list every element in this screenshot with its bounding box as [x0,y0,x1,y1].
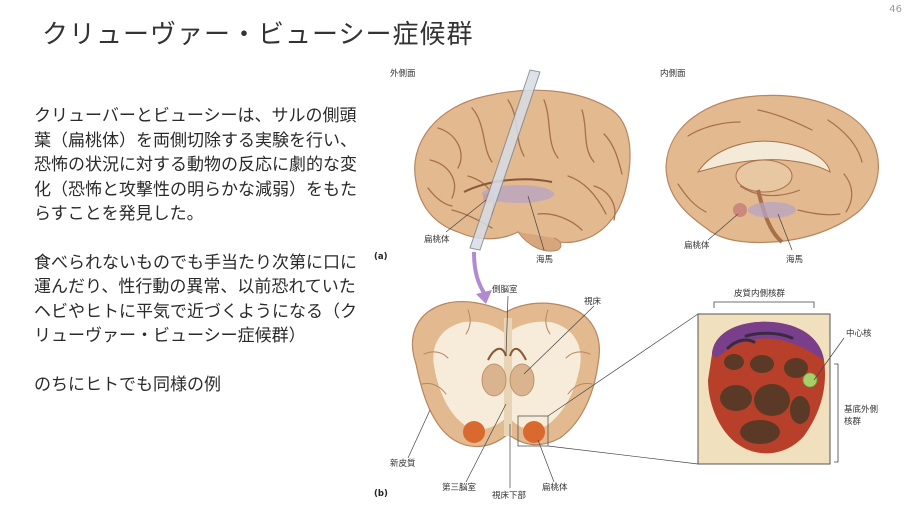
amygdala-inset [697,313,831,465]
coronal-section-drawing [411,301,600,448]
brain-figure-svg: 外側面 (a) 扁桃体 海馬 内側面 扁桃体 海馬 (b) 側脳室 視床 新皮質… [374,68,879,501]
body-text: クリューバーとビューシーは、サルの側頭葉（扁桃体）を両側切除する実験を行い、恐怖… [34,104,364,421]
label-amygdala-b: 扁桃体 [542,482,568,493]
slide-title: クリューヴァー・ビューシー症候群 [42,20,474,50]
section-arrowhead [476,290,492,304]
paragraph-2: 食べられないものでも手当たり次第に口に運んだり、性行動の異常、以前恐れていたヘビ… [34,252,357,347]
label-central-nucleus: 中心核 [846,328,872,339]
label-lateral: 外側面 [390,68,416,79]
medial-brain-drawing [665,94,879,244]
label-basolateral-1: 基底外側 [844,404,878,415]
label-amygdala-a1: 扁桃体 [424,234,450,245]
label-hypothalamus: 視床下部 [492,490,527,501]
label-neocortex: 新皮質 [390,458,416,469]
paragraph-3: のちにヒトでも同様の例 [34,374,221,395]
slide: 46 クリューヴァー・ビューシー症候群 クリューバーとビューシーは、サルの側頭葉… [0,0,910,506]
brain-figure: 外側面 (a) 扁桃体 海馬 内側面 扁桃体 海馬 (b) 側脳室 視床 新皮質… [368,64,908,504]
label-third-ventricle: 第三脳室 [442,482,477,493]
page-number: 46 [889,4,902,15]
label-panel-a: (a) [374,252,388,262]
label-hippocampus-a1: 海馬 [536,254,553,265]
label-basolateral-2: 核群 [844,416,862,427]
label-amygdala-a2: 扁桃体 [684,240,710,251]
label-hippocampus-a2: 海馬 [786,254,803,265]
paragraph-1: クリューバーとビューシーは、サルの側頭葉（扁桃体）を両側切除する実験を行い、恐怖… [34,106,357,224]
label-thalamus: 視床 [584,296,602,307]
label-lateral-ventricle: 側脳室 [492,284,518,295]
label-medial: 内側面 [660,68,686,79]
label-panel-b: (b) [374,489,388,499]
label-corticomedial: 皮質内側核群 [734,288,786,299]
section-arrow [472,251,488,298]
